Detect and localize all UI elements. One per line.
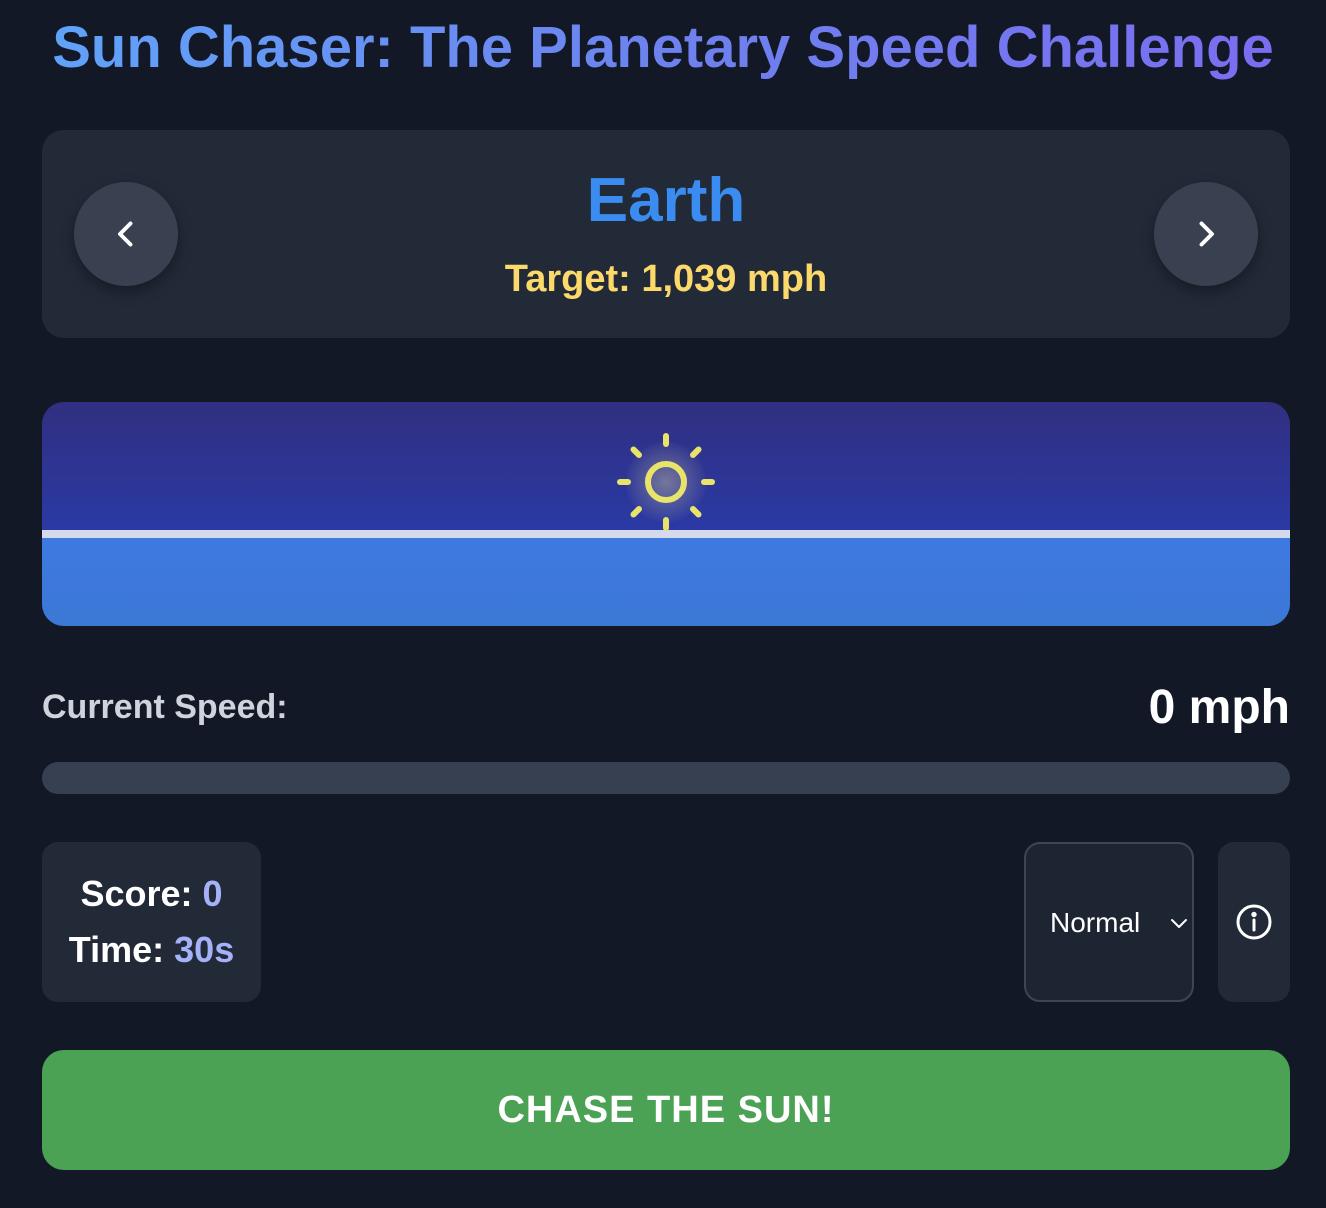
time-row: Time: 30s xyxy=(42,928,261,972)
score-label: Score: xyxy=(80,873,193,914)
sun xyxy=(612,428,720,536)
info-button[interactable] xyxy=(1218,842,1290,1002)
score-row: Score: 0 xyxy=(42,872,261,916)
chevron-down-icon xyxy=(1171,919,1187,928)
current-speed-label: Current Speed: xyxy=(42,688,288,726)
stats-panel: Score: 0 Time: 30s xyxy=(42,842,261,1002)
target-speed: Target: 1,039 mph xyxy=(504,258,828,300)
chase-the-sun-button[interactable]: CHASE THE SUN! xyxy=(42,1050,1290,1170)
time-label: Time: xyxy=(68,929,165,970)
ground xyxy=(42,538,1290,626)
speed-progress-bar xyxy=(42,762,1290,794)
next-planet-button[interactable] xyxy=(1154,182,1258,286)
current-speed-value: 0 mph xyxy=(1148,681,1290,734)
sun-icon xyxy=(617,433,715,531)
sky-scene xyxy=(42,402,1290,626)
planet-selector: Earth Target: 1,039 mph xyxy=(42,130,1290,338)
difficulty-selected-value: Normal xyxy=(1050,907,1141,938)
difficulty-select[interactable]: Normal xyxy=(1024,842,1194,1002)
game-page: Sun Chaser: The Planetary Speed Challeng… xyxy=(0,0,1326,1208)
page-title: Sun Chaser: The Planetary Speed Challeng… xyxy=(0,12,1326,84)
chevron-right-icon xyxy=(1199,221,1214,247)
planet-name: Earth xyxy=(586,166,746,235)
info-icon xyxy=(1236,904,1272,940)
score-value: 0 xyxy=(202,873,223,914)
time-value: 30s xyxy=(174,929,235,970)
